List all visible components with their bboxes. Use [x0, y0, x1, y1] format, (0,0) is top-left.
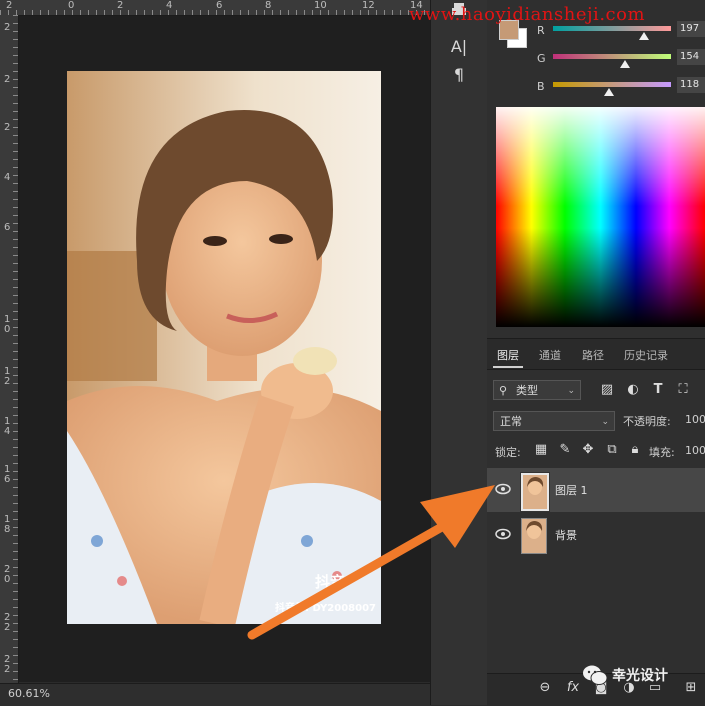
type-filter-icon[interactable]: T	[650, 382, 666, 397]
chevron-down-icon: ⌄	[567, 386, 575, 396]
ruler-label: 2	[4, 22, 11, 33]
ruler-label: 8	[265, 0, 272, 11]
active-tab-indicator	[493, 366, 523, 368]
layer-thumbnail	[521, 518, 547, 554]
green-slider-track[interactable]	[553, 54, 671, 59]
blend-mode-value: 正常	[500, 415, 522, 428]
red-slider-track[interactable]	[553, 26, 671, 31]
ruler-label: 2	[117, 0, 124, 11]
ruler-label: 4	[166, 0, 173, 11]
paragraph-tool-button[interactable]: ¶	[449, 64, 469, 86]
image-filter-icon[interactable]: ▨	[599, 382, 615, 397]
watermark-url: www.haoyidiansheji.com	[409, 4, 646, 25]
ruler-label: 20	[4, 564, 11, 585]
ruler-label: 2	[4, 74, 11, 85]
green-value-field[interactable]: 154	[677, 49, 705, 65]
ruler-label: 2	[6, 0, 13, 11]
lock-position-move-icon[interactable]: ✥	[580, 442, 596, 457]
green-slider-row: G 154	[487, 49, 705, 78]
lock-all-icon[interactable]: 🔒︎	[627, 442, 643, 457]
adjustment-filter-icon[interactable]: ◐	[625, 382, 641, 397]
ruler-label: 2	[4, 122, 11, 133]
layers-panel-tabs: 图层 通道 路径 历史记录	[487, 338, 705, 370]
red-slider-thumb[interactable]	[639, 32, 649, 40]
opacity-field[interactable]: 100	[685, 413, 705, 426]
type-tool-button[interactable]: A|	[449, 36, 469, 58]
layer-name[interactable]: 图层 1	[555, 482, 588, 498]
top-ruler[interactable]: 2 0 2 4 6 8 10 12 14	[0, 0, 430, 16]
ruler-label: 18	[4, 514, 11, 535]
ruler-label: 22	[4, 654, 11, 675]
blue-slider-track[interactable]	[553, 82, 671, 87]
orange-arrow-annotation	[247, 485, 495, 640]
lock-label: 锁定:	[495, 446, 521, 459]
layer-thumbnail	[521, 473, 549, 511]
opacity-label: 不透明度:	[623, 415, 671, 428]
ruler-label: 6	[216, 0, 223, 11]
brand-name: 幸光设计	[612, 668, 668, 684]
green-slider-thumb[interactable]	[620, 60, 630, 68]
lock-paint-brush-icon[interactable]: ✎	[557, 442, 573, 457]
red-slider-row: R 197	[487, 21, 705, 50]
status-bar: 60.61%	[0, 683, 430, 706]
tab-channels[interactable]: 通道	[539, 347, 561, 363]
ruler-label: 16	[4, 464, 11, 485]
ruler-label: 6	[4, 222, 11, 233]
ruler-label: 0	[68, 0, 75, 11]
new-layer-icon[interactable]: ⊞	[683, 680, 699, 695]
fill-label: 填充:	[649, 446, 675, 459]
ruler-label: 10	[314, 0, 327, 11]
blend-mode-dropdown[interactable]: 正常 ⌄	[493, 411, 615, 431]
tab-paths[interactable]: 路径	[582, 347, 604, 363]
search-icon: ⚲	[499, 384, 508, 397]
blue-slider-row: B 118	[487, 77, 705, 106]
blue-value-field[interactable]: 118	[677, 77, 705, 93]
ruler-label: 14	[4, 416, 11, 437]
ruler-label: 10	[4, 314, 11, 335]
lock-transparency-icon[interactable]: ▦	[533, 442, 549, 457]
layer-name[interactable]: 背景	[555, 527, 577, 543]
slider-letter: R	[537, 24, 545, 37]
blue-slider-thumb[interactable]	[604, 88, 614, 96]
layer-filter-dropdown[interactable]: ⚲ 类型 ⌄	[493, 380, 581, 400]
slider-letter: B	[537, 80, 545, 93]
ruler-label: 22	[4, 612, 11, 633]
fx-icon[interactable]: fx	[565, 680, 581, 695]
tab-history[interactable]: 历史记录	[624, 347, 668, 363]
wechat-icon	[583, 665, 608, 685]
shape-filter-icon[interactable]: ⛶	[675, 382, 691, 397]
color-spectrum[interactable]	[496, 107, 705, 327]
left-ruler[interactable]: 2 2 2 4 6 10 12 14 16 18 20 22 22	[0, 15, 19, 683]
zoom-level[interactable]: 60.61%	[8, 687, 50, 700]
ruler-label: 12	[4, 366, 11, 387]
chevron-down-icon: ⌄	[601, 417, 609, 427]
lock-artboard-icon[interactable]: ⧉	[604, 442, 620, 457]
ruler-label: 12	[362, 0, 375, 11]
fill-field[interactable]: 100	[685, 444, 705, 457]
ruler-label: 4	[4, 172, 11, 183]
tab-layers[interactable]: 图层	[497, 347, 519, 363]
filter-label: 类型	[516, 384, 538, 397]
link-icon[interactable]: ⊖	[537, 680, 553, 695]
red-value-field[interactable]: 197	[677, 21, 705, 37]
slider-letter: G	[537, 52, 546, 65]
